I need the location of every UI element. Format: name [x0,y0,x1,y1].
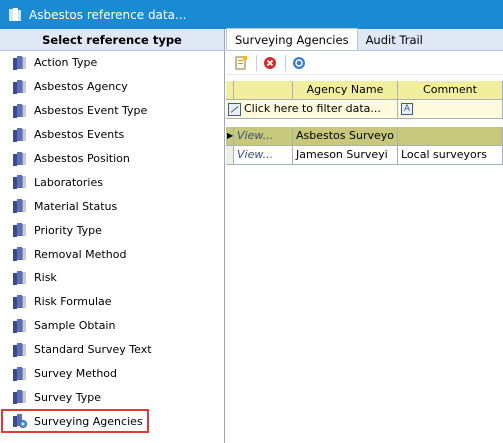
delete-icon[interactable] [261,54,279,72]
comment-cell[interactable]: Local surveyors [398,146,503,165]
reference-type-header: Select reference type [0,29,224,51]
sidebar-item-survey-method[interactable]: Survey Method [0,362,224,386]
title-bar: Asbestos reference data... [0,0,503,29]
sidebar-item-asbestos-agency[interactable]: Asbestos Agency [0,75,224,99]
filter-icon [228,102,241,116]
comment-cell[interactable] [398,127,503,146]
sidebar-item-standard-survey-text[interactable]: Standard Survey Text [0,338,224,362]
grid-header-agency-name[interactable]: Agency Name [293,81,398,100]
sidebar-item-label: Standard Survey Text [34,343,152,357]
sidebar-item-asbestos-position[interactable]: Asbestos Position [0,147,224,171]
book-icon [12,366,27,381]
sidebar-item-label: Asbestos Event Type [34,104,148,118]
sidebar-item-risk[interactable]: Risk [0,266,224,290]
current-row-arrow-icon: ▶ [227,131,234,140]
tab-surveying-agencies[interactable]: Surveying Agencies [226,28,358,50]
sidebar-item-label: Survey Method [34,367,118,381]
sidebar-item-label: Removal Method [34,247,127,261]
window-title: Asbestos reference data... [29,7,187,22]
book-icon [12,294,27,309]
tab-audit-trail[interactable]: Audit Trail [358,30,431,50]
book-icon [12,151,27,166]
book-icon [12,270,27,285]
sidebar-item-label: Asbestos Events [34,128,125,142]
table-row[interactable]: View... Jameson Surveyi Local surveyors [226,146,503,165]
book-icon [12,318,27,333]
reference-type-panel: Select reference type Action Type Asbest… [0,29,225,443]
sidebar-item-laboratories[interactable]: Laboratories [0,170,224,194]
grid-spacer [226,119,503,127]
agency-name-cell[interactable]: Asbestos Surveyo [293,127,398,146]
sidebar-item-survey-type[interactable]: Survey Type [0,385,224,409]
toolbar-separator [256,54,257,71]
sidebar-item-label: Risk Formulae [34,295,112,309]
view-link[interactable]: View... [234,146,293,165]
surveying-agencies-icon [12,414,27,429]
view-link[interactable]: View... [234,127,293,146]
book-icon [12,175,27,190]
sidebar-item-asbestos-events[interactable]: Asbestos Events [0,123,224,147]
sidebar-item-label: Surveying Agencies [34,414,143,428]
sidebar-item-label: Risk [34,271,57,285]
sidebar-item-removal-method[interactable]: Removal Method [0,242,224,266]
sidebar-item-label: Material Status [34,199,118,213]
text-filter-icon: A [401,103,413,115]
sidebar-item-label: Action Type [34,56,98,70]
sidebar-item-action-type[interactable]: Action Type [0,51,224,75]
book-icon [12,79,27,94]
sidebar-item-label: Laboratories [34,175,103,189]
sidebar-item-risk-formulae[interactable]: Risk Formulae [0,290,224,314]
filter-cell[interactable]: Click here to filter data... [226,100,398,119]
sidebar-item-sample-obtain[interactable]: Sample Obtain [0,314,224,338]
filter-comment-cell[interactable]: A [398,100,503,119]
sidebar-item-label: Asbestos Position [34,152,130,165]
tab-strip: Surveying Agencies Audit Trail [226,28,503,51]
filter-row[interactable]: Click here to filter data... A [226,100,503,119]
toolbar [226,51,503,75]
book-icon [12,127,27,142]
grid-header-comment[interactable]: Comment [398,81,503,100]
sidebar-item-label: Asbestos Agency [34,80,128,94]
sidebar-item-asbestos-event-type[interactable]: Asbestos Event Type [0,99,224,123]
app-book-icon [8,7,22,22]
grid-header-row: Agency Name Comment [226,81,503,100]
help-icon[interactable] [290,54,308,72]
book-icon [12,223,27,238]
new-record-icon[interactable] [232,54,250,72]
grid-header-view [234,81,293,100]
sidebar-item-surveying-agencies[interactable]: Surveying Agencies [0,409,224,434]
agency-name-cell[interactable]: Jameson Surveyi [293,146,398,165]
row-indicator [226,146,234,165]
filter-text: Click here to filter data... [244,102,381,115]
sidebar-item-label: Priority Type [34,223,102,237]
book-icon [12,199,27,214]
book-icon [12,342,27,357]
sidebar-item-label: Sample Obtain [34,319,116,333]
sidebar-item-priority-type[interactable]: Priority Type [0,218,224,242]
row-indicator: ▶ [226,127,234,146]
book-icon [12,390,27,405]
sidebar-item-material-status[interactable]: Material Status [0,194,224,218]
book-icon [12,55,27,70]
book-icon [12,103,27,118]
toolbar-separator [285,54,286,71]
sidebar-item-label: Survey Type [34,390,102,404]
book-icon [12,247,27,262]
agencies-grid: Agency Name Comment Click here to filter… [226,81,503,165]
row-indicator-header [226,81,234,100]
table-row[interactable]: ▶ View... Asbestos Surveyo [226,127,503,146]
detail-panel: Surveying Agencies Audit Trail Agency Na… [226,28,503,443]
